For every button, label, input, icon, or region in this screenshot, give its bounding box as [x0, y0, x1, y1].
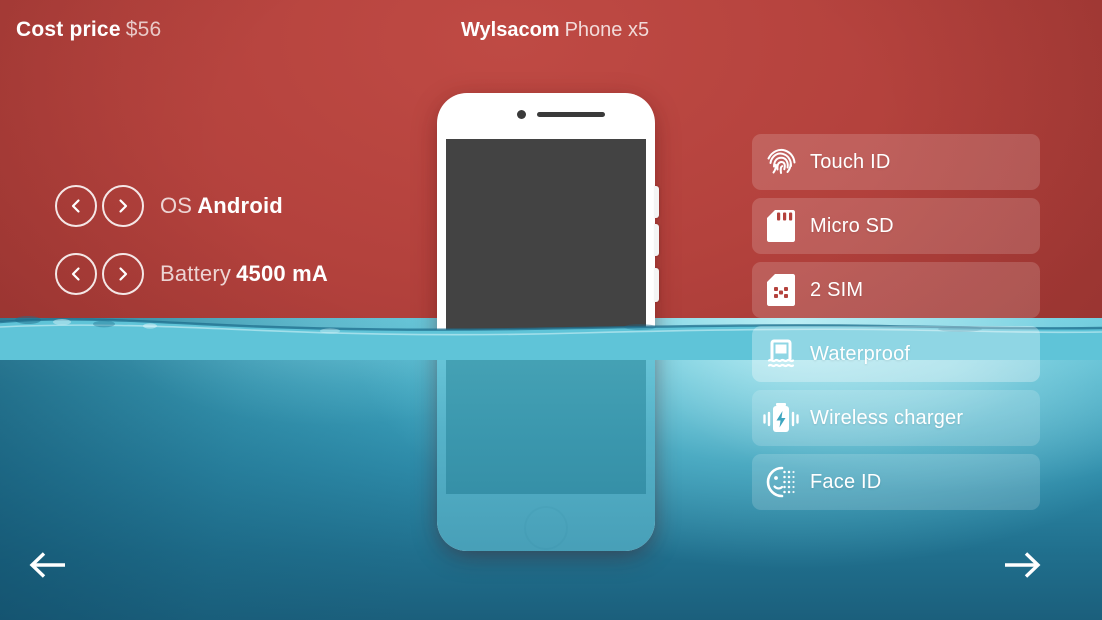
face-id-icon	[752, 465, 810, 499]
feature-option-2-sim[interactable]: 2 SIM	[752, 262, 1040, 318]
phone-earpiece-speaker	[537, 112, 605, 117]
product-model: Phone x5	[564, 19, 650, 41]
spec-row-battery: Battery 4500 mA	[55, 253, 435, 295]
sim-card-icon	[752, 273, 810, 307]
spec-key-battery: Battery	[160, 261, 232, 286]
spec-label-battery: Battery 4500 mA	[160, 261, 328, 287]
feature-option-wireless-charger[interactable]: Wireless charger	[752, 390, 1040, 446]
os-prev-button[interactable]	[55, 185, 97, 227]
spec-row-os: OS Android	[55, 185, 435, 227]
product-title: Wylsacom Phone x5	[461, 19, 649, 42]
waterproof-icon	[752, 337, 810, 371]
phone-front-camera	[517, 110, 526, 119]
chevron-left-icon	[71, 199, 80, 213]
spec-label-os: OS Android	[160, 193, 283, 219]
top-bar: Cost price $56 Wylsacom Phone x5	[0, 0, 1102, 64]
wireless-charger-icon	[752, 401, 810, 435]
fingerprint-icon	[752, 145, 810, 179]
feature-label: Waterproof	[810, 342, 911, 365]
spec-key-os: OS	[160, 193, 193, 218]
spec-stepper-list: OS Android Battery 4500 mA	[55, 185, 435, 321]
battery-prev-button[interactable]	[55, 253, 97, 295]
os-next-button[interactable]	[102, 185, 144, 227]
spec-value-os: Android	[197, 193, 283, 218]
phone-side-button-3	[654, 268, 659, 302]
feature-option-micro-sd[interactable]: Micro SD	[752, 198, 1040, 254]
arrow-left-icon	[29, 552, 65, 578]
feature-option-touch-id[interactable]: Touch ID	[752, 134, 1040, 190]
phone-home-button	[524, 506, 568, 550]
chevron-left-icon	[71, 267, 80, 281]
spec-value-battery: 4500 mA	[236, 261, 329, 286]
cost-price-label: Cost price	[16, 18, 121, 41]
feature-label: Micro SD	[810, 214, 894, 237]
chevron-right-icon	[119, 267, 128, 281]
sd-card-icon	[752, 209, 810, 243]
phone-configurator-screen: Cost price $56 Wylsacom Phone x5 OS Android	[0, 0, 1102, 620]
battery-next-button[interactable]	[102, 253, 144, 295]
phone-side-button-1	[654, 186, 659, 218]
next-step-button[interactable]	[1002, 548, 1042, 582]
cost-price: Cost price $56	[16, 18, 161, 42]
feature-option-list: Touch ID Micro SD 2 SIM Waterproof Wirel…	[752, 134, 1040, 518]
previous-step-button[interactable]	[28, 548, 68, 582]
feature-label: 2 SIM	[810, 278, 864, 301]
cost-price-value: $56	[125, 18, 162, 41]
feature-option-waterproof[interactable]: Waterproof	[752, 326, 1040, 382]
feature-label: Wireless charger	[810, 406, 964, 429]
arrow-right-icon	[1005, 552, 1041, 578]
feature-option-face-id[interactable]: Face ID	[752, 454, 1040, 510]
feature-label: Face ID	[810, 470, 882, 493]
product-brand: Wylsacom	[461, 19, 560, 41]
feature-label: Touch ID	[810, 150, 891, 173]
phone-side-button-2	[654, 224, 659, 256]
chevron-right-icon	[119, 199, 128, 213]
